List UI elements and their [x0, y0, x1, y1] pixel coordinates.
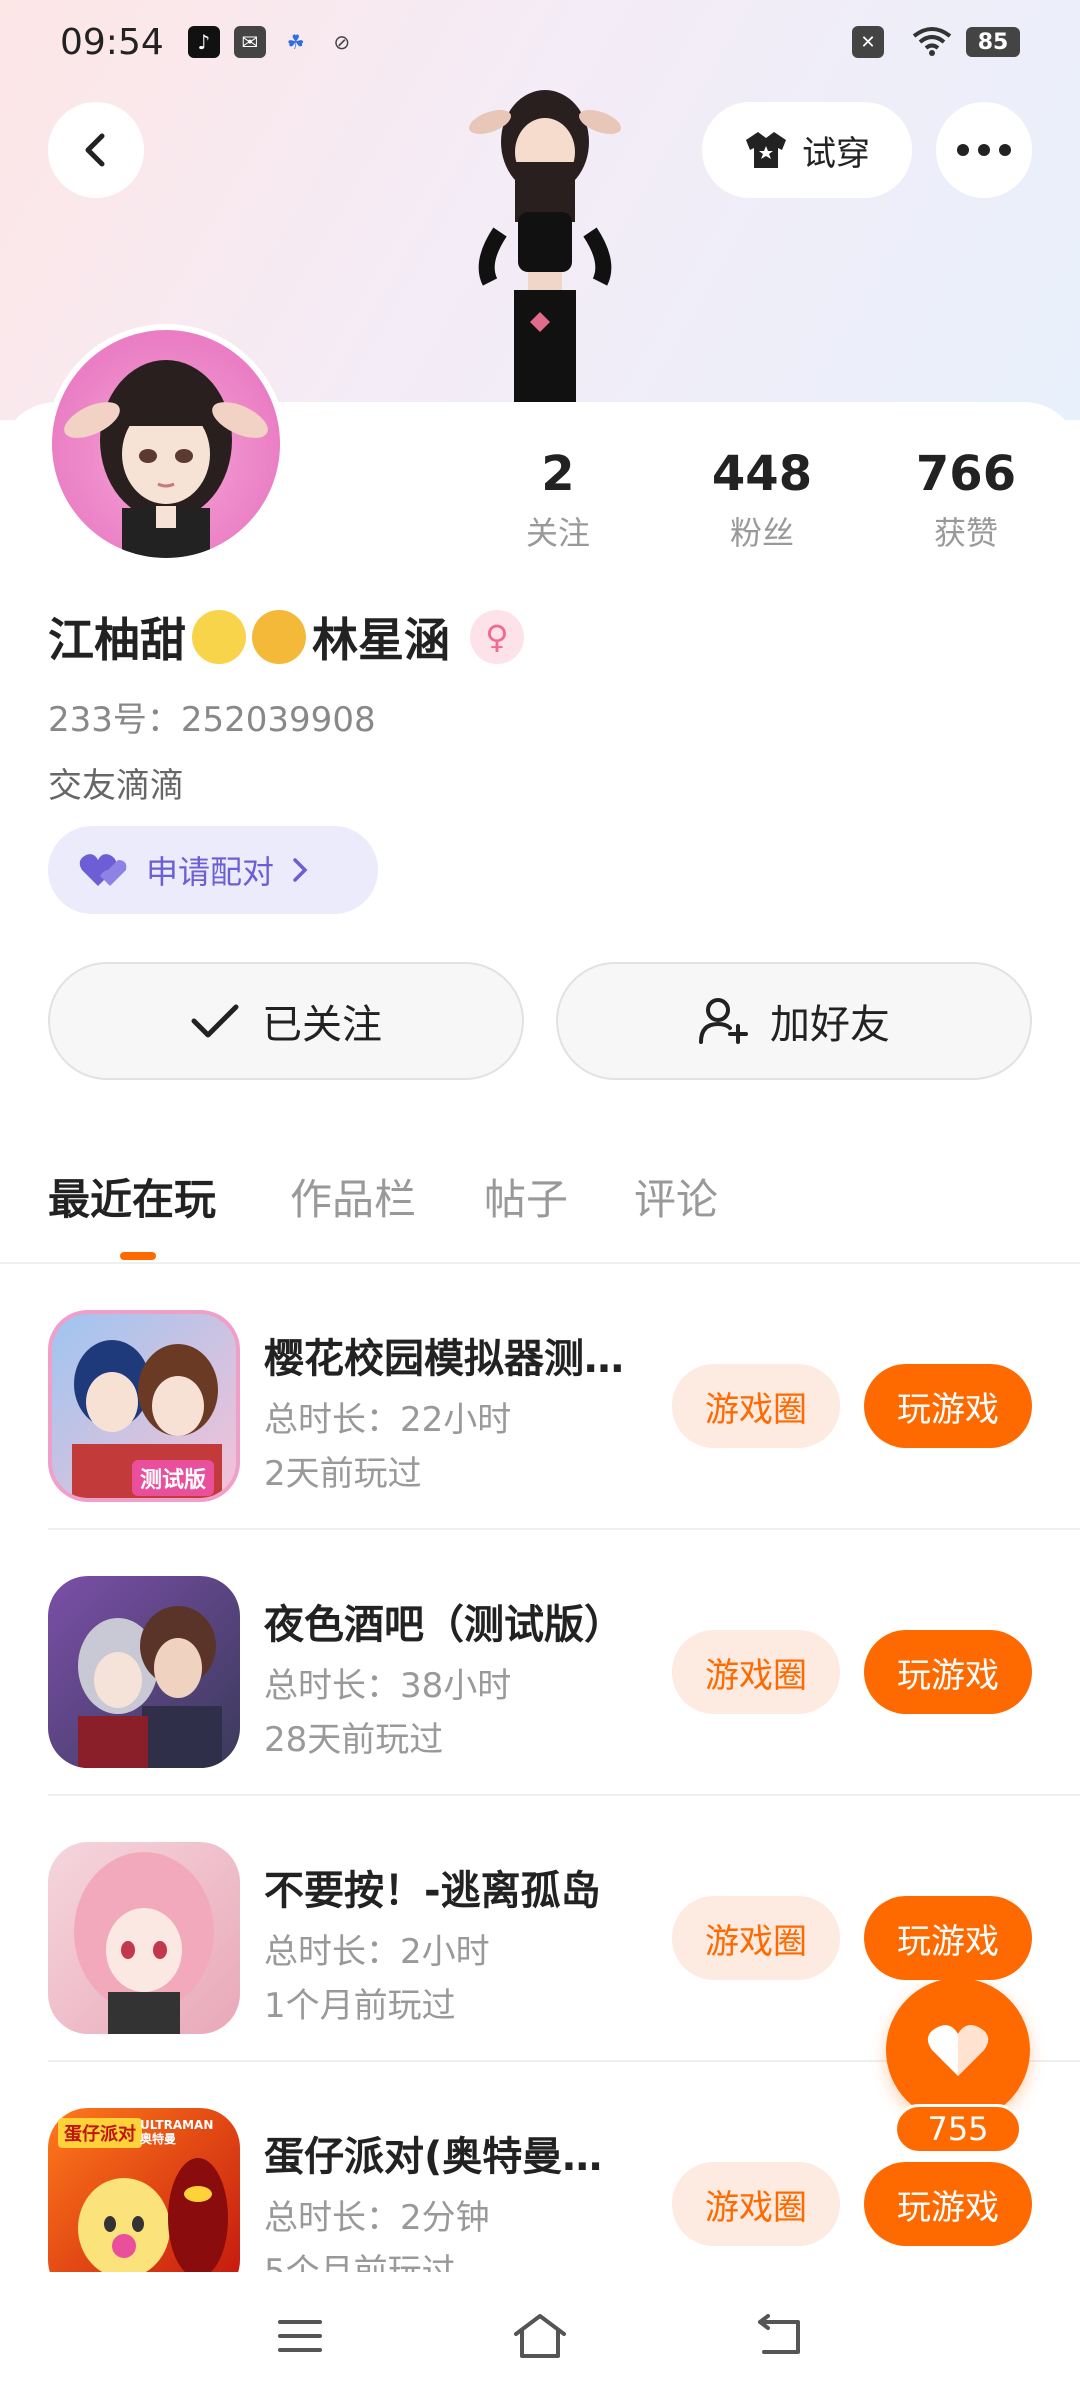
profile-page: 09:54 ♪ ✉ ☘ ⊘ ✕ 85 试穿 2 关注 448 粉丝 766 获赞… — [0, 0, 1080, 2400]
tab-comments[interactable]: 评论 — [634, 1166, 718, 1227]
active-tab-indicator — [120, 1252, 156, 1260]
user-id: 233号：252039908 — [48, 700, 376, 740]
name-part-1: 江柚甜 — [48, 613, 186, 667]
play-game-button[interactable]: 玩游戏 — [864, 1630, 1032, 1714]
back-button[interactable] — [48, 102, 144, 198]
followed-label: 已关注 — [262, 1002, 382, 1048]
stat-following-value: 2 — [541, 446, 575, 502]
add-friend-label: 加好友 — [770, 1002, 890, 1048]
menu-icon — [278, 2320, 322, 2352]
eggy-party-logo-badge: 蛋仔派对 — [58, 2118, 142, 2148]
play-game-button[interactable]: 玩游戏 — [864, 1896, 1032, 1980]
message-app-icon: ✉ — [233, 26, 266, 58]
test-version-badge: 测试版 — [132, 1460, 215, 1496]
tab-works[interactable]: 作品栏 — [290, 1166, 416, 1227]
back-arrow-icon — [758, 2314, 800, 2354]
avatar[interactable] — [46, 324, 286, 564]
wifi-icon — [912, 27, 952, 56]
back-nav-button[interactable] — [740, 2296, 820, 2376]
night-bar-game-icon — [48, 1576, 240, 1768]
game-circle-button[interactable]: 游戏圈 — [672, 1630, 840, 1714]
chevron-right-icon — [293, 858, 308, 882]
game-last-played: 2天前玩过 — [264, 1454, 422, 1494]
game-title: 夜色酒吧（测试版） — [264, 1602, 624, 1648]
night-bar-artwork — [78, 1606, 222, 1768]
request-pairing-button[interactable]: 申请配对 — [48, 826, 378, 914]
add-person-icon — [699, 998, 748, 1044]
game-last-played: 1个月前玩过 — [264, 1986, 456, 2026]
stat-followers[interactable]: 448 粉丝 — [682, 446, 842, 554]
stat-likes-value: 766 — [915, 446, 1017, 502]
play-game-button[interactable]: 玩游戏 — [864, 2162, 1032, 2246]
tab-recently-played[interactable]: 最近在玩 — [48, 1166, 216, 1227]
game-duration: 总时长：2分钟 — [264, 2198, 490, 2238]
chevron-left-icon — [85, 133, 105, 167]
game-last-played: 28天前玩过 — [264, 1720, 444, 1760]
recents-nav-button[interactable] — [260, 2296, 340, 2376]
game-duration: 总时长：38小时 — [264, 1666, 512, 1706]
status-bar: 09:54 ♪ ✉ ☘ ⊘ ✕ 85 — [0, 0, 1080, 84]
game-list-item[interactable]: 测试版 樱花校园模拟器测… 总时长：22小时 2天前玩过 游戏圈 玩游戏 — [0, 1264, 1080, 1530]
game-title: 不要按！-逃离孤岛 — [264, 1868, 601, 1914]
home-icon — [514, 2314, 566, 2358]
like-float-button[interactable] — [886, 1978, 1030, 2122]
ultraman-logo-badge: ULTRAMAN 奥特曼 — [140, 2118, 214, 2146]
link-app-icon: ⊘ — [333, 30, 351, 54]
checkmark-icon — [191, 1004, 239, 1038]
followed-button[interactable]: 已关注 — [48, 962, 524, 1080]
status-right-group: ✕ 85 — [852, 26, 1020, 58]
game-list-item[interactable]: 夜色酒吧（测试版） 总时长：38小时 28天前玩过 游戏圈 玩游戏 — [0, 1530, 1080, 1796]
status-time: 09:54 — [60, 21, 164, 63]
game-circle-button[interactable]: 游戏圈 — [672, 1364, 840, 1448]
game-duration: 总时长：2小时 — [264, 1932, 490, 1972]
game-circle-button[interactable]: 游戏圈 — [672, 1896, 840, 1980]
stat-following-label: 关注 — [525, 514, 590, 552]
double-heart-icon — [79, 854, 127, 886]
dont-press-game-icon — [48, 1842, 240, 2034]
dont-press-artwork — [74, 1852, 214, 2034]
try-on-button[interactable]: 试穿 — [702, 102, 912, 198]
tab-posts[interactable]: 帖子 — [484, 1166, 568, 1227]
avatar-illustration — [64, 360, 268, 558]
game-title: 樱花校园模拟器测… — [264, 1336, 624, 1382]
music-app-icon: ♪ — [187, 26, 220, 58]
stat-following[interactable]: 2 关注 — [478, 446, 638, 554]
thinking-face-emoji-icon — [252, 610, 306, 664]
system-navigation-bar — [0, 2272, 1080, 2400]
battery-indicator: 85 — [966, 27, 1020, 57]
request-pairing-label: 申请配对 — [146, 853, 275, 891]
more-options-button[interactable] — [936, 102, 1032, 198]
play-game-button[interactable]: 玩游戏 — [864, 1364, 1032, 1448]
game-circle-button[interactable]: 游戏圈 — [672, 2162, 840, 2246]
add-friend-button[interactable]: 加好友 — [556, 962, 1032, 1080]
shirt-icon — [746, 132, 786, 168]
like-count-badge: 755 — [894, 2104, 1022, 2154]
stat-likes-label: 获赞 — [933, 514, 998, 552]
sim-off-icon: ✕ — [852, 26, 884, 58]
game-duration: 总时长：22小时 — [264, 1400, 512, 1440]
smirk-moon-emoji-icon — [192, 610, 246, 664]
baidu-app-icon: ☘ — [286, 30, 305, 54]
character-illustration — [469, 90, 621, 402]
game-last-played: 5个月前玩过 — [264, 2252, 456, 2272]
name-part-2: 林星涵 — [312, 613, 450, 667]
stat-likes[interactable]: 766 获赞 — [886, 446, 1046, 554]
more-dots-icon — [957, 144, 1011, 156]
game-title: 蛋仔派对(奥特曼… — [264, 2134, 603, 2180]
stat-followers-value: 448 — [711, 446, 813, 502]
user-name: 江柚甜 林星涵 ♀ — [48, 604, 524, 670]
user-bio: 交友滴滴 — [48, 766, 184, 806]
home-nav-button[interactable] — [500, 2296, 580, 2376]
stat-followers-label: 粉丝 — [729, 514, 794, 552]
heart-icon — [927, 2025, 989, 2076]
try-on-label: 试穿 — [802, 133, 870, 174]
female-gender-icon: ♀ — [470, 610, 524, 664]
